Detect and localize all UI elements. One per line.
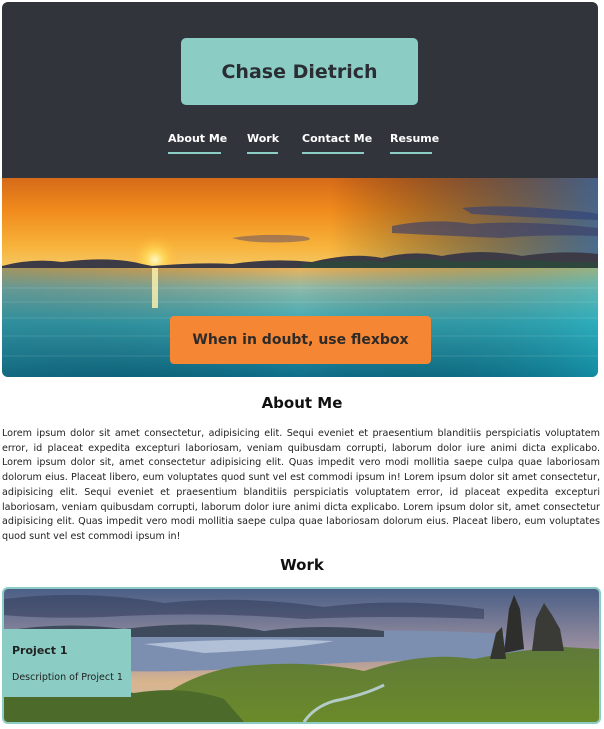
nav-link-resume[interactable]: Resume xyxy=(390,132,439,154)
tagline-text: When in doubt, use flexbox xyxy=(192,332,409,348)
tagline-banner: When in doubt, use flexbox xyxy=(170,316,431,364)
hero-section: When in doubt, use flexbox xyxy=(2,178,598,377)
nav-link-about-me[interactable]: About Me xyxy=(168,132,227,154)
nav-link-work[interactable]: Work xyxy=(247,132,279,154)
project-title: Project 1 xyxy=(12,644,68,657)
project-info-box: Project 1 Description of Project 1 xyxy=(4,629,131,697)
project-description: Description of Project 1 xyxy=(12,672,123,683)
main-nav: About Me Work Contact Me Resume xyxy=(2,132,598,154)
project-card[interactable]: Project 1 Description of Project 1 xyxy=(2,587,601,724)
about-heading: About Me xyxy=(261,394,343,412)
about-body-text: Lorem ipsum dolor sit amet consectetur, … xyxy=(2,428,600,542)
site-header: Chase Dietrich About Me Work Contact Me … xyxy=(2,2,598,178)
site-owner-name: Chase Dietrich xyxy=(221,60,378,83)
work-heading: Work xyxy=(280,556,324,574)
name-banner: Chase Dietrich xyxy=(181,38,418,105)
nav-link-contact-me[interactable]: Contact Me xyxy=(302,132,372,154)
